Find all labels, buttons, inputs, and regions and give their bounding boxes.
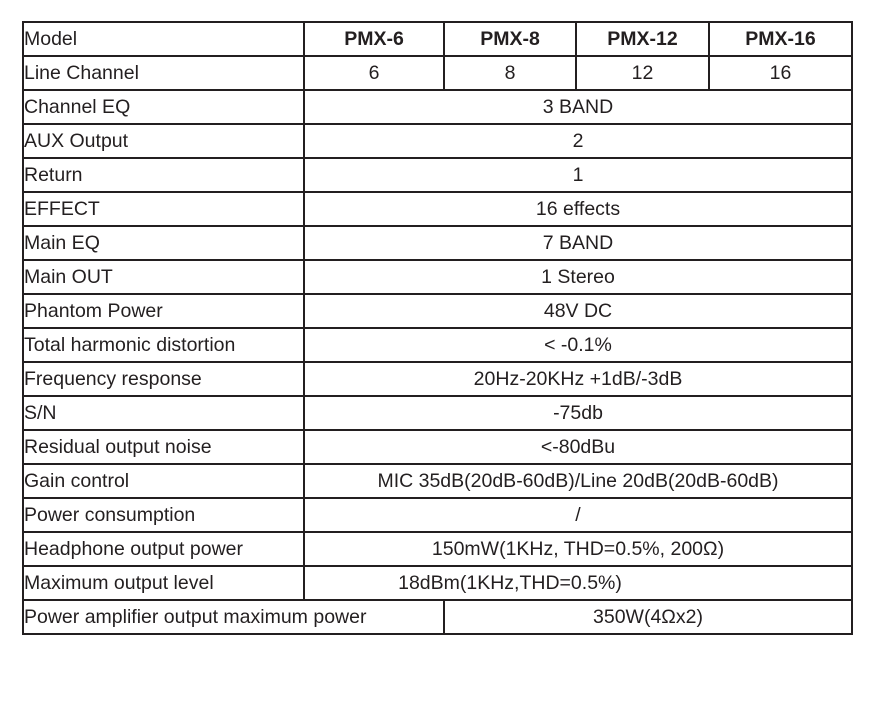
specifications-table: Model PMX-6 PMX-8 PMX-12 PMX-16 Line Cha… [22, 21, 853, 635]
model-header-pmx-6: PMX-6 [303, 21, 445, 57]
table-row: Line Channel 6 8 12 16 [22, 55, 853, 91]
row-label-main-eq: Main EQ [22, 225, 305, 261]
table-row: Main EQ 7 BAND [22, 225, 853, 261]
cell-residual-output-noise-value: <-80dBu [303, 429, 853, 465]
cell-gain-control-value: MIC 35dB(20dB-60dB)/Line 20dB(20dB-60dB) [303, 463, 853, 499]
row-label-power-consumption: Power consumption [22, 497, 305, 533]
table-row: Phantom Power 48V DC [22, 293, 853, 329]
cell-channel-eq-value: 3 BAND [303, 89, 853, 125]
row-label-main-out: Main OUT [22, 259, 305, 295]
table-header-row: Model PMX-6 PMX-8 PMX-12 PMX-16 [22, 21, 853, 57]
table-row: Residual output noise <-80dBu [22, 429, 853, 465]
model-header-pmx-12: PMX-12 [575, 21, 710, 57]
table-row: Power consumption / [22, 497, 853, 533]
table-row: Gain control MIC 35dB(20dB-60dB)/Line 20… [22, 463, 853, 499]
cell-power-amplifier-output-maximum-power-value: 350W(4Ωx2) [443, 599, 853, 635]
table-row: S/N -75db [22, 395, 853, 431]
cell-line-channel-pmx-8: 8 [443, 55, 577, 91]
row-label-phantom-power: Phantom Power [22, 293, 305, 329]
table-row: AUX Output 2 [22, 123, 853, 159]
table-row: Power amplifier output maximum power 350… [22, 599, 853, 635]
cell-sn-value: -75db [303, 395, 853, 431]
cell-headphone-output-power-value: 150mW(1KHz, THD=0.5%, 200Ω) [303, 531, 853, 567]
cell-effect-value: 16 effects [303, 191, 853, 227]
specification-sheet: Model PMX-6 PMX-8 PMX-12 PMX-16 Line Cha… [0, 0, 873, 708]
table-row: Channel EQ 3 BAND [22, 89, 853, 125]
row-label-residual-output-noise: Residual output noise [22, 429, 305, 465]
row-label-maximum-output-level: Maximum output level [22, 565, 305, 601]
row-label-effect: EFFECT [22, 191, 305, 227]
cell-total-harmonic-distortion-value: < -0.1% [303, 327, 853, 363]
cell-line-channel-pmx-12: 12 [575, 55, 710, 91]
row-label-line-channel: Line Channel [22, 55, 305, 91]
cell-frequency-response-value: 20Hz-20KHz +1dB/-3dB [303, 361, 853, 397]
cell-line-channel-pmx-16: 16 [708, 55, 853, 91]
row-label-sn: S/N [22, 395, 305, 431]
row-label-headphone-output-power: Headphone output power [22, 531, 305, 567]
table-row: Headphone output power 150mW(1KHz, THD=0… [22, 531, 853, 567]
row-label-aux-output: AUX Output [22, 123, 305, 159]
cell-return-value: 1 [303, 157, 853, 193]
table-row: EFFECT 16 effects [22, 191, 853, 227]
table-row: Frequency response 20Hz-20KHz +1dB/-3dB [22, 361, 853, 397]
table-row: Main OUT 1 Stereo [22, 259, 853, 295]
row-label-total-harmonic-distortion: Total harmonic distortion [22, 327, 305, 363]
cell-aux-output-value: 2 [303, 123, 853, 159]
table-body: Model PMX-6 PMX-8 PMX-12 PMX-16 Line Cha… [22, 21, 853, 635]
row-label-channel-eq: Channel EQ [22, 89, 305, 125]
cell-phantom-power-value: 48V DC [303, 293, 853, 329]
cell-power-consumption-value: / [303, 497, 853, 533]
cell-main-out-value: 1 Stereo [303, 259, 853, 295]
table-row: Maximum output level 18dBm(1KHz,THD=0.5%… [22, 565, 853, 601]
row-label-return: Return [22, 157, 305, 193]
cell-line-channel-pmx-6: 6 [303, 55, 445, 91]
cell-maximum-output-level-value: 18dBm(1KHz,THD=0.5%) [303, 565, 853, 601]
header-label-cell: Model [22, 21, 305, 57]
cell-main-eq-value: 7 BAND [303, 225, 853, 261]
table-row: Total harmonic distortion < -0.1% [22, 327, 853, 363]
row-label-gain-control: Gain control [22, 463, 305, 499]
row-label-frequency-response: Frequency response [22, 361, 305, 397]
row-label-power-amplifier-output-maximum-power: Power amplifier output maximum power [22, 599, 445, 635]
model-header-pmx-16: PMX-16 [708, 21, 853, 57]
model-header-pmx-8: PMX-8 [443, 21, 577, 57]
table-row: Return 1 [22, 157, 853, 193]
